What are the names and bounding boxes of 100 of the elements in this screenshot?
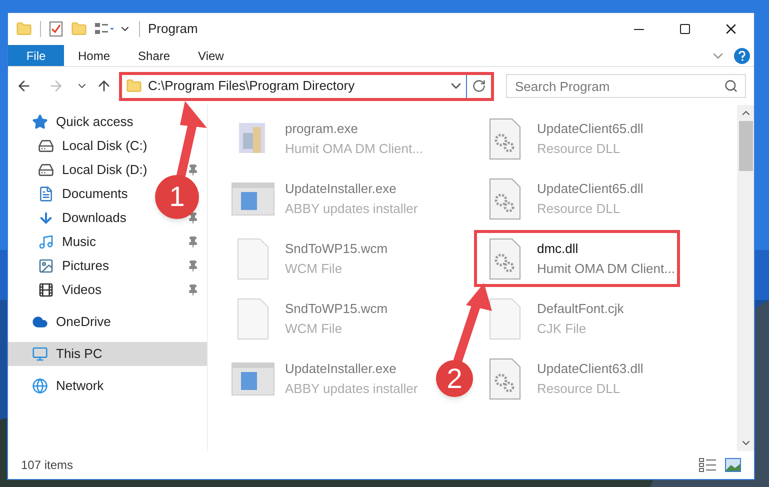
- nav-label: Quick access: [56, 113, 134, 132]
- scrollbar[interactable]: [737, 105, 754, 451]
- star-icon: [32, 114, 48, 130]
- file-tile[interactable]: UpdateInstaller.exe ABBY updates installer: [222, 170, 423, 227]
- up-button[interactable]: [96, 78, 112, 94]
- checklist-icon[interactable]: [49, 21, 63, 37]
- file-tile[interactable]: dmc.dll Humit OMA DM Client...: [474, 230, 680, 287]
- address-path: C:\Program Files\Program Directory: [148, 77, 356, 96]
- pin-icon[interactable]: [187, 284, 199, 296]
- file-name: UpdateInstaller.exe: [285, 360, 398, 378]
- nav-item[interactable]: Network: [8, 374, 207, 398]
- help-icon[interactable]: [734, 48, 750, 64]
- file-name: dmc.dll: [537, 240, 580, 258]
- file-name: UpdateClient65.dll: [537, 120, 644, 138]
- ribbon-tab[interactable]: View: [184, 45, 238, 66]
- monitor-icon: [32, 346, 48, 362]
- nav-item[interactable]: Downloads: [8, 206, 130, 230]
- nav-item[interactable]: Local Disk (D:): [8, 158, 152, 182]
- search-field[interactable]: Search Program: [506, 74, 746, 98]
- pin-icon[interactable]: [187, 236, 199, 248]
- search-icon: [724, 79, 738, 93]
- document-icon: [38, 186, 54, 202]
- file-menu-button[interactable]: File: [8, 45, 64, 66]
- maximize-icon: [679, 23, 691, 35]
- file-name: UpdateClient65.dll: [537, 180, 644, 198]
- file-description: ABBY updates installer: [285, 200, 418, 218]
- film-icon: [38, 282, 54, 298]
- nav-item[interactable]: Documents: [8, 182, 132, 206]
- cloud-icon: [32, 314, 48, 330]
- nav-label: Pictures: [62, 257, 109, 276]
- nav-label: Documents: [62, 185, 128, 204]
- list-view-icon[interactable]: [95, 22, 115, 36]
- network-icon: [32, 378, 48, 394]
- nav-label: This PC: [56, 345, 104, 364]
- nav-item[interactable]: Local Disk (C:): [8, 134, 152, 158]
- file-tile[interactable]: UpdateClient63.dll Resource DLL: [474, 350, 648, 407]
- nav-label: Local Disk (C:): [62, 137, 148, 156]
- nav-label: Music: [62, 233, 96, 252]
- gear-file-icon: [489, 178, 521, 220]
- drive-icon: [38, 162, 54, 178]
- gear-file-icon: [489, 358, 521, 400]
- file-description: Resource DLL: [537, 200, 622, 218]
- pin-icon[interactable]: [187, 164, 199, 176]
- file-name: SndToWP15.wcm: [285, 240, 388, 258]
- minimize-icon: [634, 28, 644, 30]
- gear-file-icon: [489, 118, 521, 160]
- nav-item[interactable]: Videos: [8, 278, 106, 302]
- refresh-icon[interactable]: [472, 79, 486, 93]
- file-tile[interactable]: SndToWP15.wcm WCM File: [222, 290, 393, 347]
- file-tile[interactable]: UpdateInstaller.exe ABBY updates installer: [222, 350, 423, 407]
- folder-icon: [126, 78, 142, 94]
- file-name: program.exe: [285, 120, 359, 138]
- download-icon: [38, 210, 54, 226]
- nav-item[interactable]: Pictures: [8, 254, 113, 278]
- nav-item[interactable]: Music: [8, 230, 100, 254]
- back-button[interactable]: [16, 78, 32, 94]
- nav-label: Local Disk (D:): [62, 161, 148, 180]
- scroll-thumb[interactable]: [738, 121, 752, 171]
- details-view-icon[interactable]: [699, 458, 717, 472]
- document-icon: [237, 238, 269, 280]
- pin-icon[interactable]: [187, 260, 199, 272]
- item-count: 107 items: [21, 457, 74, 474]
- file-description: WCM File: [285, 260, 344, 278]
- window-icon: [231, 180, 275, 216]
- file-name: SndToWP15.wcm: [285, 300, 388, 318]
- drive-icon: [38, 138, 54, 154]
- nav-label: Network: [56, 377, 105, 396]
- file-description: Resource DLL: [537, 380, 622, 398]
- nav-item[interactable]: This PC: [8, 342, 207, 366]
- document-icon: [237, 298, 269, 340]
- file-description: CJK File: [537, 320, 588, 338]
- nav-label: Downloads: [62, 209, 126, 228]
- nav-item[interactable]: OneDrive: [8, 310, 207, 334]
- file-description: Humit OMA DM Client...: [537, 260, 675, 278]
- nav-label: Videos: [62, 281, 102, 300]
- file-description: Resource DLL: [537, 140, 622, 158]
- nav-label: OneDrive: [56, 313, 112, 332]
- gear-file-icon: [489, 238, 521, 280]
- large-icons-view-icon[interactable]: [725, 458, 741, 472]
- window-title: Program: [148, 20, 198, 38]
- file-description: ABBY updates installer: [285, 380, 418, 398]
- file-description: WCM File: [285, 320, 344, 338]
- address-bar[interactable]: C:\Program Files\Program Directory: [119, 72, 494, 100]
- file-name: UpdateClient63.dll: [537, 360, 644, 378]
- file-name: UpdateInstaller.exe: [285, 180, 398, 198]
- file-tile[interactable]: UpdateClient65.dll Resource DLL: [474, 170, 648, 227]
- window-icon: [231, 360, 275, 396]
- document-icon: [489, 298, 521, 340]
- ribbon-tab[interactable]: Share: [124, 45, 184, 66]
- pin-icon[interactable]: [187, 212, 199, 224]
- file-tile[interactable]: SndToWP15.wcm WCM File: [222, 230, 393, 287]
- nav-item[interactable]: Quick access: [8, 110, 207, 134]
- ribbon-tab[interactable]: Home: [64, 45, 124, 66]
- file-tile[interactable]: UpdateClient65.dll Resource DLL: [474, 110, 648, 167]
- file-name: DefaultFont.cjk: [537, 300, 624, 318]
- file-tile[interactable]: program.exe Humit OMA DM Client...: [222, 110, 428, 167]
- music-note-icon: [38, 234, 54, 250]
- file-description: Humit OMA DM Client...: [285, 140, 423, 158]
- file-tile[interactable]: DefaultFont.cjk CJK File: [474, 290, 629, 347]
- picture-icon: [38, 258, 54, 274]
